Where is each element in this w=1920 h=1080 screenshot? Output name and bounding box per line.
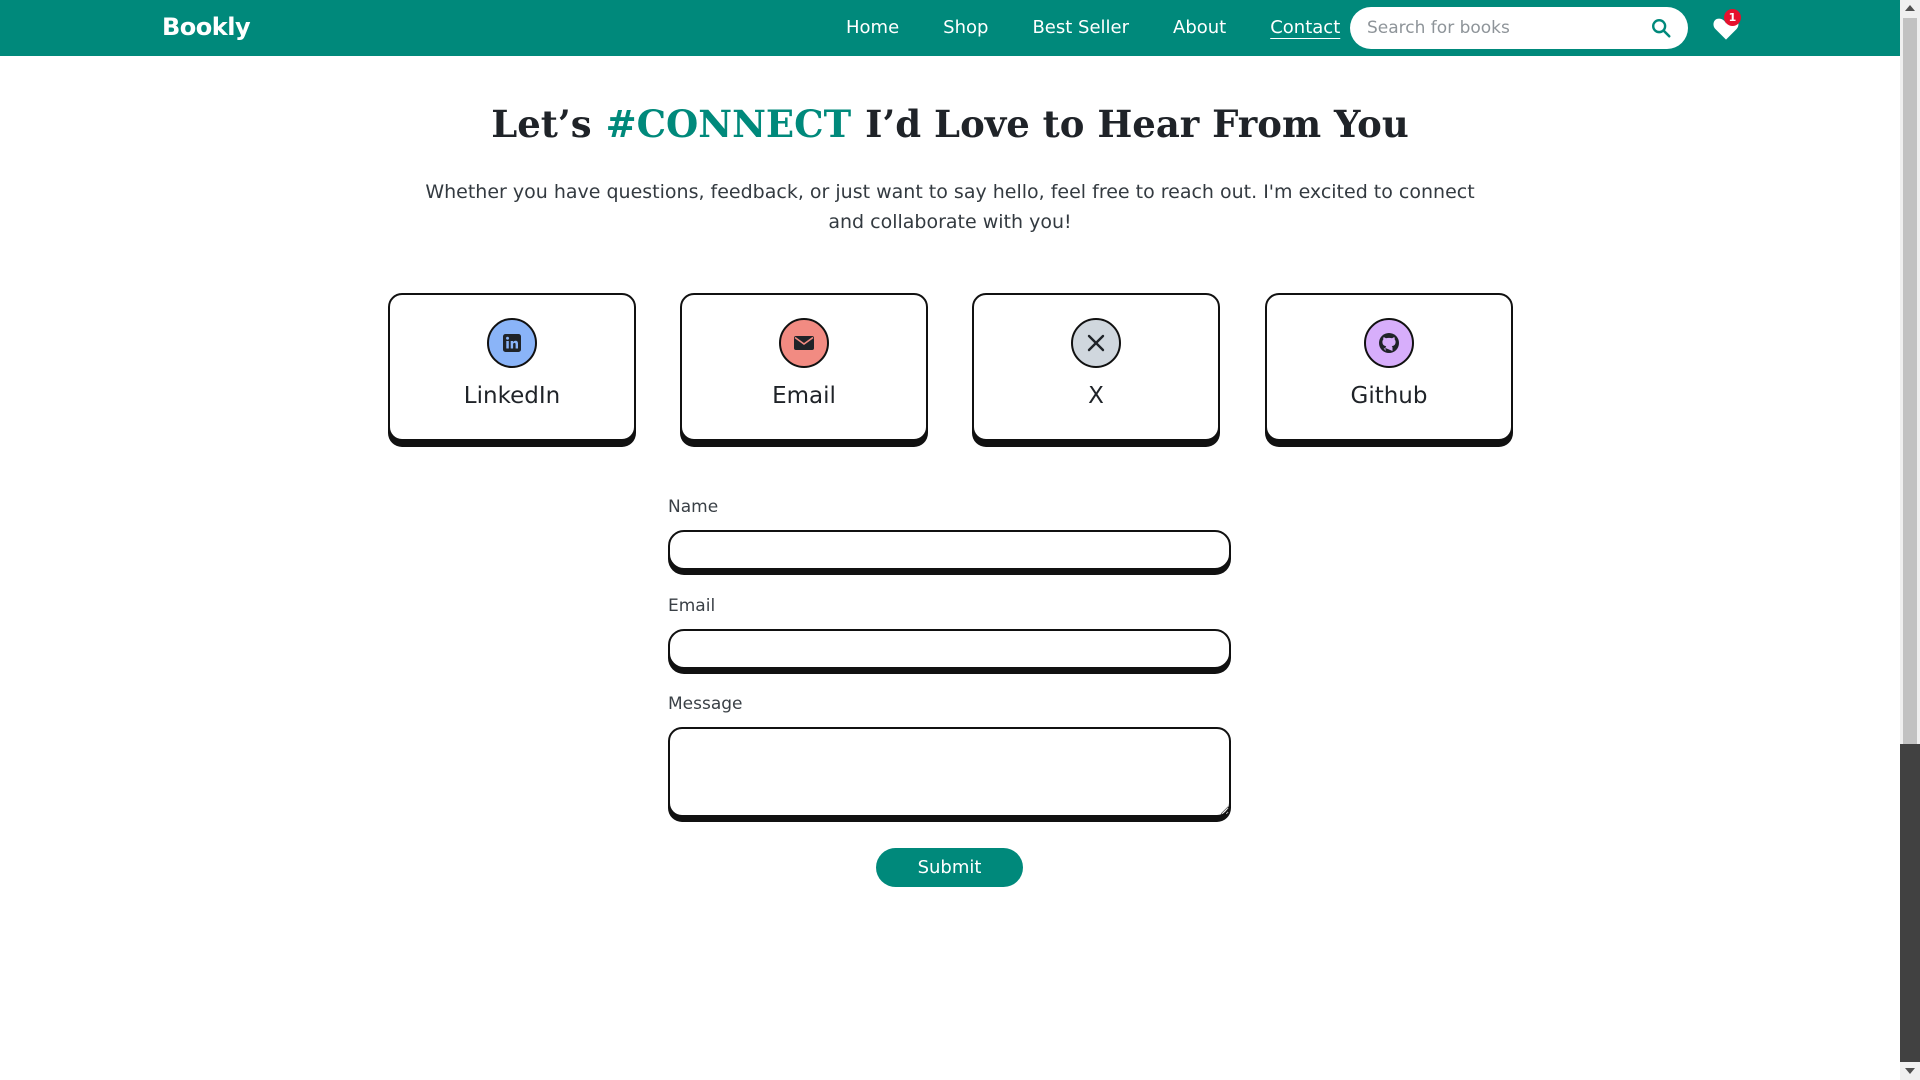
nav-link-home[interactable]: Home: [846, 17, 899, 39]
message-label: Message: [668, 694, 743, 714]
linkedin-card[interactable]: LinkedIn: [388, 293, 636, 441]
search-icon[interactable]: [1650, 17, 1672, 39]
search-box: [1350, 7, 1688, 49]
github-card[interactable]: Github: [1265, 293, 1513, 441]
nav-link-contact[interactable]: Contact: [1270, 17, 1340, 39]
email-field[interactable]: [668, 629, 1231, 669]
x-label: X: [1088, 383, 1104, 409]
name-label: Name: [668, 497, 719, 517]
email-card[interactable]: Email: [680, 293, 928, 441]
title-prefix: Let’s: [491, 102, 592, 146]
github-icon: [1364, 318, 1414, 368]
github-label: Github: [1350, 383, 1428, 409]
scroll-up-arrow-icon[interactable]: [1905, 5, 1915, 11]
linkedin-label: LinkedIn: [463, 383, 561, 409]
nav-links: Home Shop Best Seller About Contact: [846, 17, 1384, 39]
title-suffix: I’d Love to Hear From You: [865, 102, 1409, 146]
nav-link-best-seller[interactable]: Best Seller: [1032, 17, 1129, 39]
nav-link-about[interactable]: About: [1173, 17, 1226, 39]
email-label: Email: [772, 383, 836, 409]
submit-button[interactable]: Submit: [876, 848, 1023, 887]
title-accent: #CONNECT: [605, 102, 852, 146]
linkedin-icon: [487, 318, 537, 368]
x-card[interactable]: X: [972, 293, 1220, 441]
envelope-icon: [779, 318, 829, 368]
scrollbar-track[interactable]: [1900, 744, 1920, 1062]
page-title: Let’s #CONNECT I’d Love to Hear From You: [0, 102, 1900, 146]
brand-logo[interactable]: Bookly: [162, 13, 251, 41]
name-field[interactable]: [668, 530, 1231, 570]
email-field-label: Email: [668, 596, 716, 616]
favorites-count-badge: 1: [1724, 9, 1741, 26]
top-navbar: Bookly Home Shop Best Seller About Conta…: [0, 0, 1900, 56]
message-textarea[interactable]: [668, 727, 1231, 817]
x-icon: [1071, 318, 1121, 368]
nav-link-shop[interactable]: Shop: [943, 17, 988, 39]
page-subtitle: Whether you have questions, feedback, or…: [425, 181, 1475, 233]
search-input[interactable]: [1367, 18, 1637, 38]
scrollbar-thumb[interactable]: [1903, 18, 1917, 744]
scroll-down-arrow-icon[interactable]: [1905, 1068, 1915, 1074]
